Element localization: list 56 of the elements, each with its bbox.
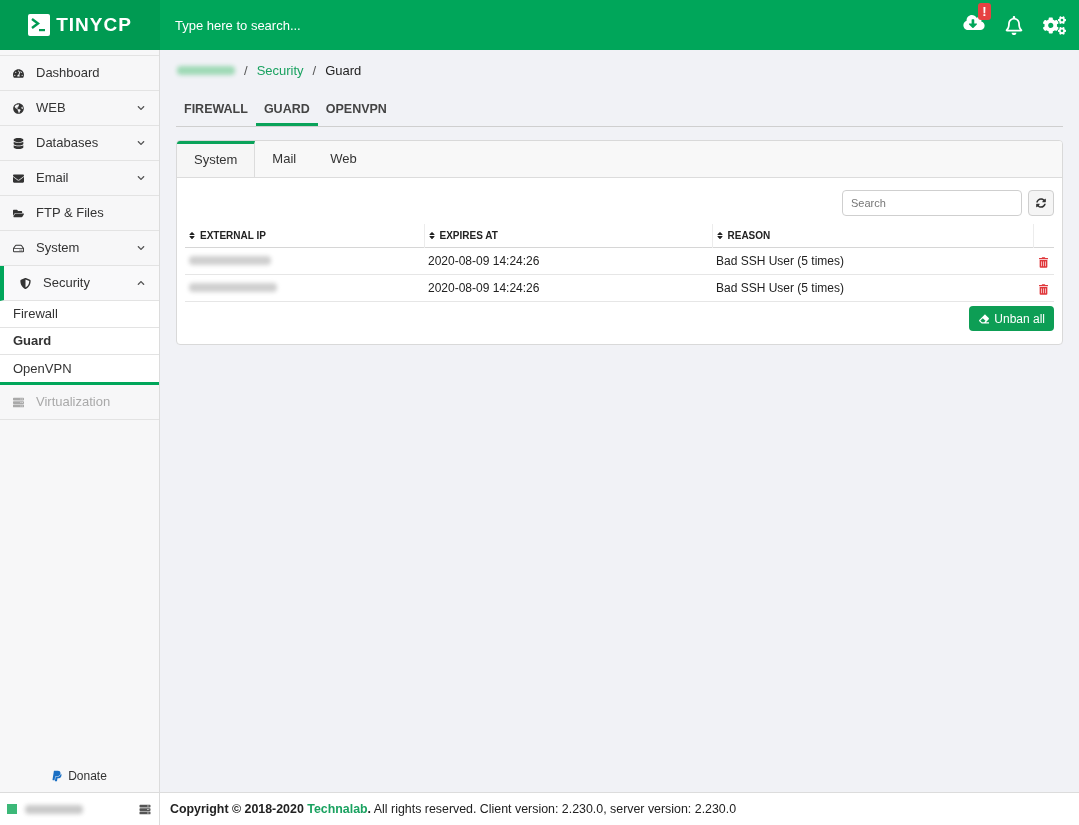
- table-cell: 2020-08-09 14:24:26: [424, 274, 712, 302]
- global-search-field[interactable]: Type here to search...: [160, 0, 943, 50]
- refresh-button[interactable]: [1028, 189, 1054, 216]
- section-tab[interactable]: GUARD: [255, 99, 318, 126]
- globe-icon: [13, 102, 24, 114]
- sidebar-item[interactable]: Databases: [0, 126, 159, 161]
- column-header[interactable]: REASON: [712, 223, 1033, 248]
- server-icon: [13, 396, 24, 408]
- server-icon[interactable]: [139, 803, 151, 815]
- hard-drive-icon: [13, 242, 24, 254]
- section-tab[interactable]: OPENVPN: [317, 99, 395, 126]
- column-header[interactable]: EXTERNAL IP: [185, 223, 424, 248]
- submenu-item[interactable]: OpenVPN: [0, 355, 159, 382]
- sidebar-item[interactable]: FTP & Files: [0, 196, 159, 231]
- cloud-download-icon: [963, 14, 985, 31]
- sidebar-item[interactable]: Dashboard: [0, 56, 159, 91]
- eraser-icon: [978, 313, 991, 324]
- section-tab[interactable]: FIREWALL: [176, 99, 256, 126]
- alert-badge: !: [978, 3, 991, 20]
- sort-icon: [716, 230, 723, 240]
- delete-icon[interactable]: [1039, 283, 1048, 295]
- sidebar-item[interactable]: WEB: [0, 91, 159, 126]
- search-field[interactable]: Search: [842, 189, 1022, 216]
- card-tab[interactable]: Web: [313, 140, 374, 177]
- logo-text: TINYCP: [56, 12, 132, 37]
- breadcrumb-separator: /: [312, 61, 317, 80]
- blurred-text: [177, 66, 235, 75]
- table-cell: Bad SSH User (5 times): [712, 247, 1033, 275]
- logo-icon: [28, 14, 51, 36]
- submenu-item[interactable]: Guard: [0, 328, 159, 355]
- paypal-icon: [52, 770, 63, 782]
- shield-icon: [20, 277, 31, 289]
- database-icon: [13, 137, 24, 149]
- breadcrumb-current: Guard: [325, 61, 362, 80]
- delete-icon[interactable]: [1039, 256, 1048, 268]
- copyright-text: Copyright © 2018-2020 Technalab. All rights reserved. Client version: 2.230.0, server version: 2.230.0: [170, 800, 737, 818]
- breadcrumb-separator: /: [244, 61, 248, 80]
- donate-link[interactable]: Donate: [52, 767, 107, 785]
- blurred-text: [25, 804, 83, 814]
- cloud-download-button[interactable]: !: [963, 3, 992, 31]
- refresh-icon: [1036, 197, 1046, 208]
- sort-icon: [428, 230, 435, 240]
- bell-icon[interactable]: [1005, 15, 1023, 35]
- sidebar-item[interactable]: Email: [0, 161, 159, 196]
- table-cell: 2020-08-09 14:24:26: [424, 247, 712, 275]
- envelope-icon: [13, 172, 24, 184]
- submenu-item[interactable]: Firewall: [0, 301, 159, 328]
- column-header[interactable]: EXPIRES AT: [424, 223, 712, 248]
- table-cell: Bad SSH User (5 times): [712, 274, 1033, 302]
- sidebar-item[interactable]: Security: [0, 266, 159, 301]
- folder-icon: [13, 207, 24, 219]
- settings-icon[interactable]: [1043, 15, 1066, 35]
- card-tab[interactable]: System: [177, 140, 256, 177]
- dashboard-icon: [13, 67, 24, 79]
- card-tab[interactable]: Mail: [255, 140, 314, 177]
- sort-icon: [189, 230, 195, 240]
